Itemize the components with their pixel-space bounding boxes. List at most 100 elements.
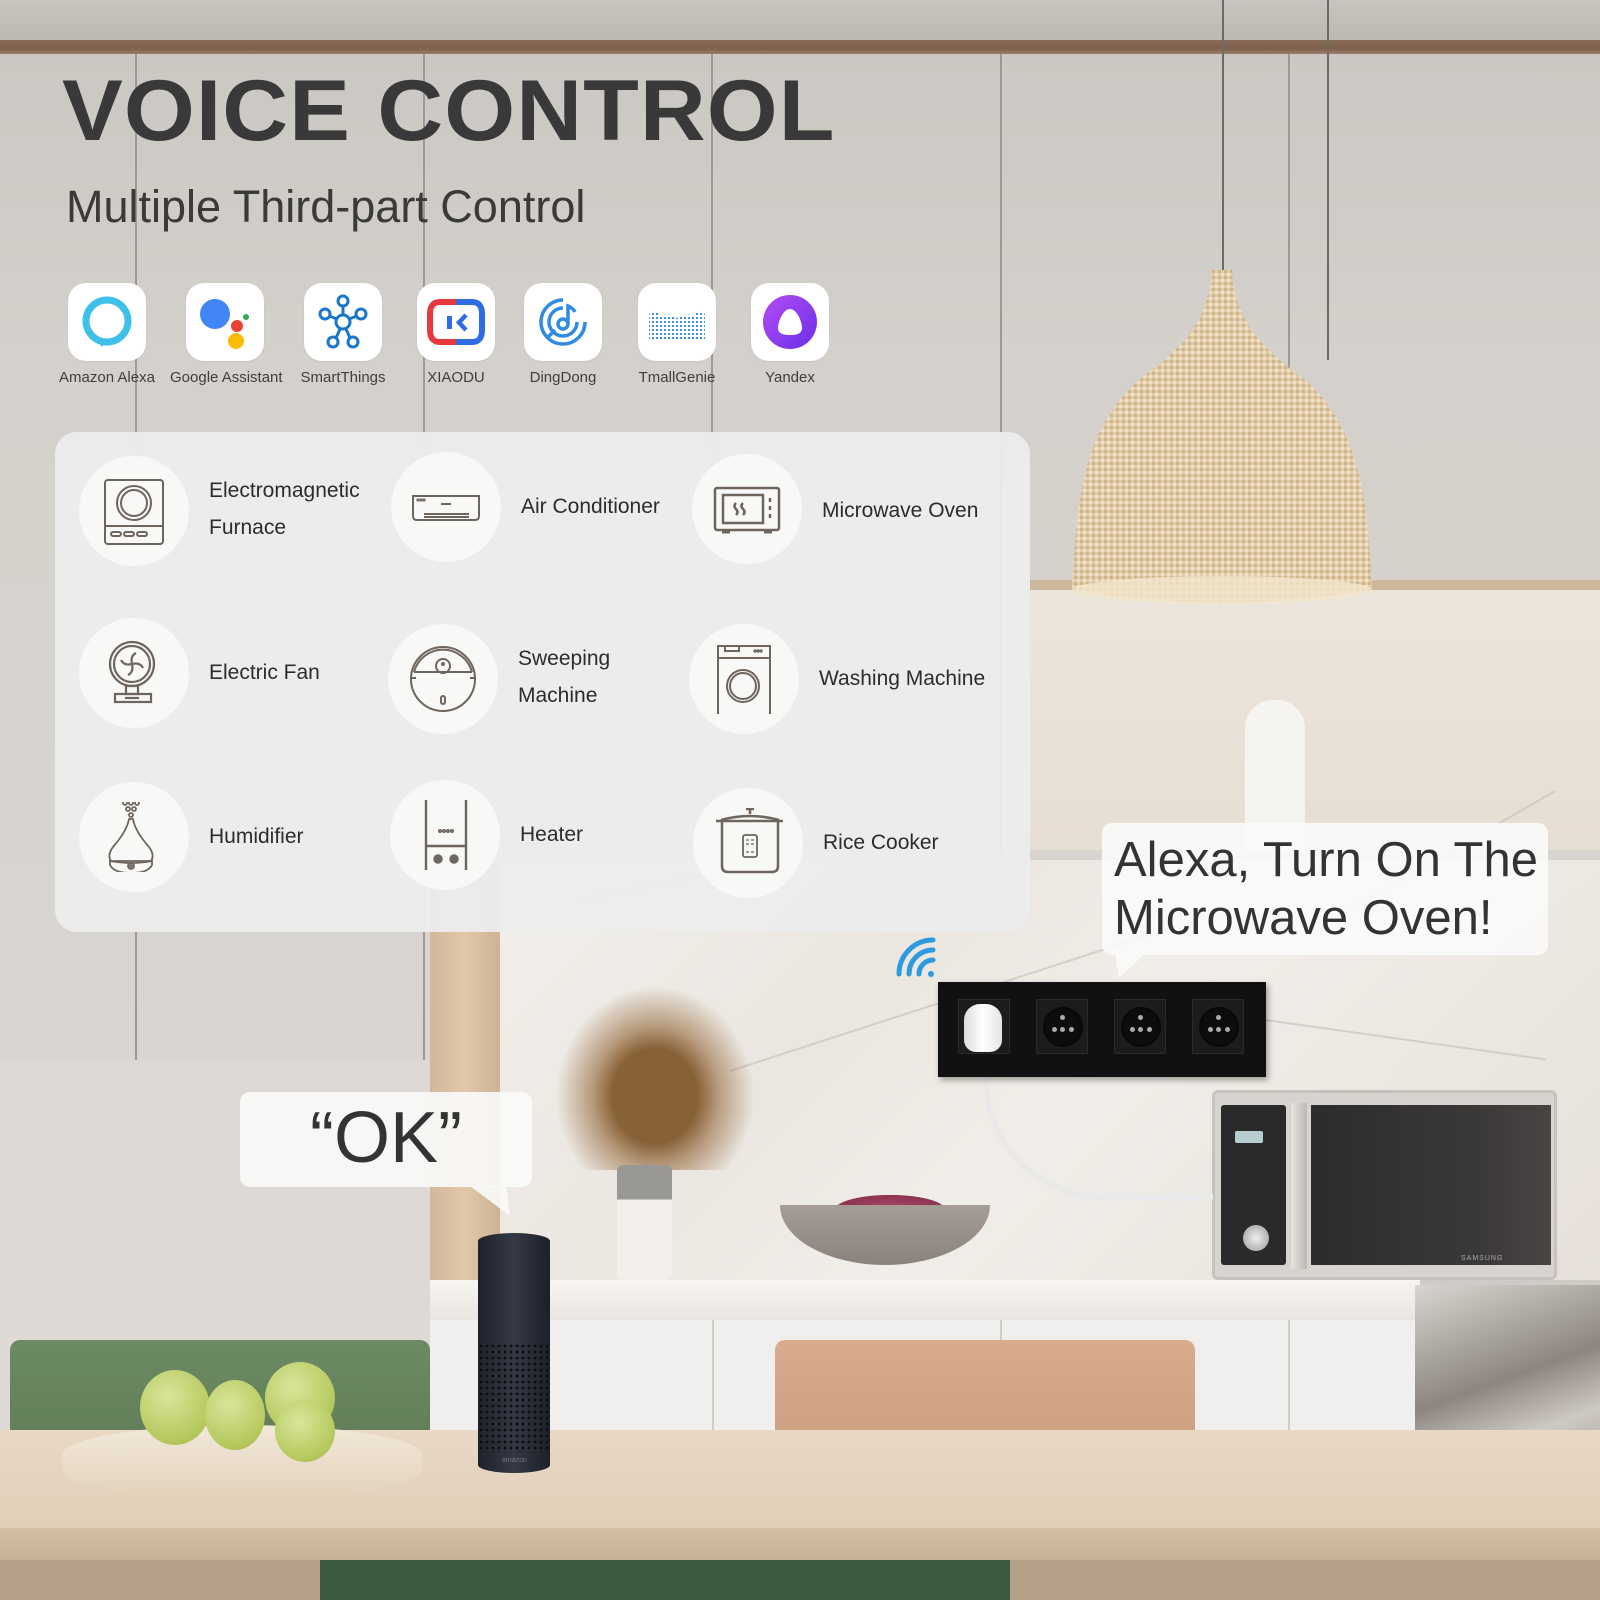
socket-outlet [1192, 999, 1244, 1054]
yandex-icon [763, 295, 817, 349]
assistant-dingdong: DingDong [508, 283, 618, 386]
front-chair [320, 1560, 1010, 1600]
device-label-line: Sweeping [518, 647, 611, 670]
device-icon-circle [390, 780, 500, 890]
device-label: Microwave Oven [822, 499, 979, 522]
plug [964, 1004, 1002, 1052]
dried-plant [555, 985, 755, 1170]
socket-outlet [1036, 999, 1088, 1054]
device-icon-circle [79, 618, 189, 728]
assistant-label: DingDong [529, 369, 597, 386]
device-icon-circle [693, 788, 803, 898]
microwave-oven: SAMSUNG [1212, 1090, 1557, 1280]
socket-outlet [958, 999, 1010, 1054]
device-icon-circle [391, 452, 501, 562]
dingdong-icon [539, 298, 587, 346]
device-label: Air Conditioner [521, 495, 660, 518]
device-humidifier: Humidifier [79, 782, 379, 892]
device-icon-circle [79, 782, 189, 892]
microwave-display [1235, 1131, 1263, 1143]
wall-socket-panel [938, 982, 1266, 1077]
green-fruit [275, 1400, 335, 1462]
ok-response-bubble: “OK” [240, 1092, 532, 1187]
alexa-command-text: Alexa, Turn On The Microwave Oven! [1114, 831, 1538, 947]
device-label: Electric Fan [209, 661, 320, 684]
ok-bubble-tail [470, 1186, 510, 1216]
alexa-command-line: Alexa, Turn On The [1114, 833, 1538, 887]
green-fruit [205, 1380, 265, 1450]
humidifier-icon [108, 802, 154, 872]
upper-wall [0, 0, 1600, 42]
device-rice-cooker: Rice Cooker [693, 788, 993, 898]
robot-vacuum-icon [410, 646, 476, 712]
device-label: Rice Cooker [823, 831, 939, 854]
assistant-label: XIAODU [427, 369, 485, 386]
assistant-label: TmallGenie [638, 369, 716, 386]
table-edge [0, 1528, 1600, 1560]
ok-response-text: “OK” [310, 1098, 462, 1178]
app-tile [751, 283, 829, 361]
speaker-grille [478, 1343, 550, 1453]
device-label-line: Machine [518, 684, 598, 707]
device-icon-circle [689, 624, 799, 734]
page-title: VOICE CONTROL [62, 63, 836, 159]
supported-devices-card: Electromagnetic Furnace Air Conditioner [55, 432, 1030, 932]
device-label: Humidifier [209, 825, 304, 848]
device-label: Sweeping Machine [518, 640, 610, 714]
device-microwave-oven: Microwave Oven [692, 454, 992, 564]
microwave-knob [1243, 1225, 1269, 1251]
assistant-label: Amazon Alexa [59, 369, 155, 386]
wood-trim [0, 40, 1600, 54]
microwave-control-panel [1221, 1105, 1286, 1265]
fan-icon [108, 640, 156, 704]
assistant-google-assistant: Google Assistant [170, 283, 283, 386]
device-label-line: Furnace [209, 516, 287, 539]
page-subtitle: Multiple Third-part Control [66, 181, 586, 232]
app-tile [417, 283, 495, 361]
amazon-echo-speaker: amazon [478, 1233, 550, 1473]
device-label: Heater [520, 823, 584, 846]
echo-brand: amazon [502, 1457, 527, 1464]
alexa-bubble-tail [1115, 954, 1145, 978]
amazon-alexa-icon [82, 296, 132, 347]
green-fruit [140, 1370, 210, 1445]
tmallgenie-icon [649, 310, 705, 340]
socket-outlet [1114, 999, 1166, 1054]
device-label-line: Electromagnetic [209, 479, 360, 502]
assistant-list: Amazon Alexa Google Assistant SmartThing… [58, 283, 858, 393]
assistant-xiaodu: XIAODU [401, 283, 511, 386]
app-tile [304, 283, 382, 361]
heater-icon [424, 800, 468, 870]
wifi-icon [896, 937, 936, 977]
vase [617, 1165, 672, 1280]
assistant-yandex: Yandex [735, 283, 845, 386]
google-assistant-icon [200, 299, 249, 349]
device-icon-circle [692, 454, 802, 564]
pendant-lamp [1072, 270, 1372, 604]
device-electric-fan: Electric Fan [79, 618, 379, 728]
microwave-icon [713, 486, 781, 534]
device-label: Electromagnetic Furnace [209, 472, 360, 546]
app-tile [524, 283, 602, 361]
device-washing-machine: Washing Machine [689, 624, 989, 734]
smartthings-icon [318, 294, 368, 349]
microwave-handle [1291, 1103, 1307, 1269]
app-tile [638, 283, 716, 361]
device-icon-circle [388, 624, 498, 734]
xiaodu-icon [427, 299, 485, 345]
alexa-command-bubble: Alexa, Turn On The Microwave Oven! [1102, 823, 1548, 955]
assistant-tmallgenie: TmallGenie [622, 283, 732, 386]
alexa-command-line: Microwave Oven! [1114, 891, 1493, 945]
wall-niche [1030, 580, 1600, 850]
microwave-door: SAMSUNG [1311, 1105, 1551, 1265]
induction-cooker-icon [104, 479, 164, 545]
air-conditioner-icon [412, 495, 480, 521]
assistant-label: SmartThings [300, 369, 386, 386]
app-tile [186, 283, 264, 361]
device-electromagnetic-furnace: Electromagnetic Furnace [79, 456, 379, 566]
assistant-label: Yandex [765, 369, 815, 386]
rice-cooker-icon [716, 808, 783, 874]
lamp-cable [1222, 0, 1224, 280]
device-air-conditioner: Air Conditioner [391, 452, 691, 562]
device-sweeping-machine: Sweeping Machine [388, 624, 688, 734]
